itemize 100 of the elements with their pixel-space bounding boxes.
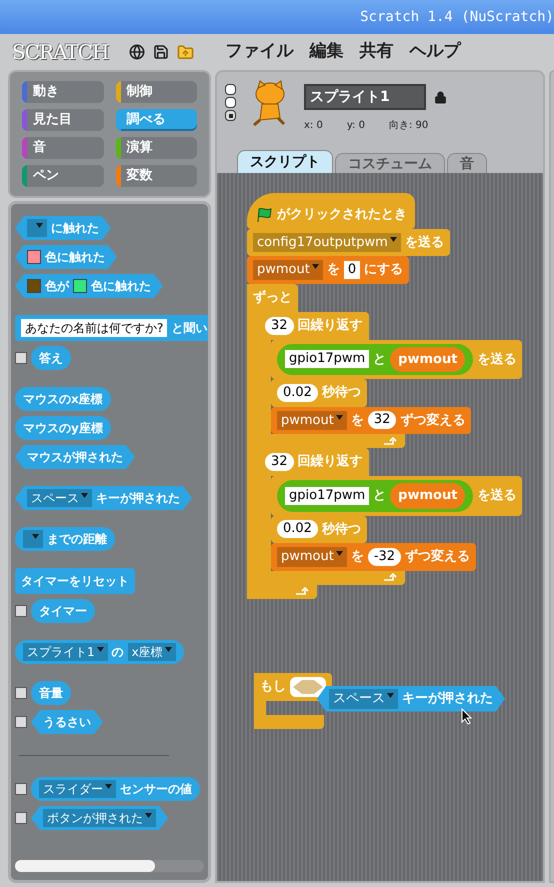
menu-item[interactable]: ヘルプ bbox=[410, 39, 460, 65]
block-label: を bbox=[350, 548, 364, 566]
boolean-block[interactable]: マウスが押された bbox=[15, 445, 135, 469]
color-swatch[interactable] bbox=[27, 279, 41, 293]
text-field[interactable]: あなたの名前は何ですか? bbox=[21, 319, 168, 337]
category-button[interactable]: 見た目 bbox=[22, 109, 104, 131]
dropdown[interactable]: pwmout bbox=[277, 410, 347, 430]
reporter-block[interactable]: タイマー bbox=[31, 599, 95, 623]
caret-icon bbox=[164, 647, 172, 652]
number-field[interactable]: 32 bbox=[265, 453, 294, 471]
stack-block[interactable]: 0.02 秒待つ bbox=[271, 379, 367, 406]
block-label: 答え bbox=[39, 350, 63, 367]
boolean-slot[interactable] bbox=[290, 677, 326, 697]
reporter-block[interactable]: gpio17pwm と pwmout bbox=[277, 480, 474, 512]
category-button[interactable]: 変数 bbox=[116, 165, 197, 187]
block-label: がクリックされたとき bbox=[277, 206, 407, 224]
text-field[interactable]: gpio17pwm bbox=[285, 350, 370, 368]
stack-block[interactable]: タイマーをリセット bbox=[15, 568, 135, 594]
checkbox[interactable] bbox=[15, 716, 27, 728]
caret-icon bbox=[145, 813, 152, 818]
block-label: を bbox=[326, 261, 340, 279]
stack-block[interactable]: あなたの名前は何ですか? と聞い bbox=[15, 315, 208, 341]
stack-block[interactable]: gpio17pwm と pwmout を送る bbox=[271, 476, 522, 516]
checkbox[interactable] bbox=[15, 783, 27, 795]
number-field[interactable]: 0.02 bbox=[277, 520, 318, 538]
lock-icon[interactable] bbox=[434, 90, 447, 104]
dropdown[interactable]: スペース bbox=[27, 489, 92, 507]
reporter-block[interactable]: pwmout bbox=[390, 483, 466, 508]
stack-block[interactable]: config17outputpwm を送る bbox=[247, 228, 450, 256]
c-block[interactable]: 32 回繰り返す gpio17pwm と pwmout を送る 0.02 秒待つ pwmout を 32 ずつ変える bbox=[259, 312, 522, 448]
dropdown[interactable] bbox=[23, 530, 43, 548]
reporter-block[interactable]: マウスのy座標 bbox=[15, 416, 111, 440]
stack-block[interactable]: gpio17pwm と pwmout を送る bbox=[271, 340, 522, 379]
text-field[interactable]: gpio17pwm bbox=[285, 486, 370, 505]
sprite-name-field[interactable]: スプライト1 bbox=[304, 84, 426, 110]
block-label: マウスが押された bbox=[27, 449, 123, 466]
dropdown[interactable]: pwmout bbox=[277, 547, 347, 566]
c-block[interactable]: 32 回繰り返す gpio17pwm と pwmout を送る 0.02 秒待つ pwmout を -32 ずつ変える bbox=[259, 448, 522, 584]
stack-block[interactable]: pwmout を 0 にする bbox=[247, 256, 410, 284]
stack-block[interactable]: pwmout を -32 ずつ変える bbox=[271, 543, 476, 570]
menu-item[interactable]: ファイル bbox=[226, 39, 294, 65]
checkbox[interactable] bbox=[15, 605, 27, 617]
block-label: キーが押された bbox=[96, 490, 180, 507]
reporter-block[interactable]: 音量 bbox=[31, 681, 71, 705]
boolean-block[interactable]: スペース キーが押された bbox=[317, 686, 505, 712]
reporter-block[interactable]: gpio17pwm と pwmout bbox=[277, 344, 474, 375]
dropdown[interactable]: スプライト1 bbox=[23, 643, 108, 661]
boolean-block[interactable]: スペース キーが押された bbox=[15, 486, 192, 510]
dropdown[interactable]: スライダー bbox=[39, 780, 116, 798]
category-button[interactable]: 音 bbox=[22, 137, 104, 159]
category-button[interactable]: ペン bbox=[22, 165, 104, 187]
checkbox[interactable] bbox=[15, 352, 27, 364]
number-field[interactable]: 0.02 bbox=[277, 384, 318, 402]
globe-icon[interactable] bbox=[128, 44, 144, 60]
boolean-block[interactable]: ボタンが押された bbox=[31, 806, 168, 830]
menu-item[interactable]: 編集 bbox=[310, 39, 344, 65]
boolean-block[interactable]: うるさい bbox=[31, 710, 103, 734]
dropdown[interactable]: スペース bbox=[329, 689, 398, 708]
text-field[interactable]: 0 bbox=[344, 260, 360, 279]
number-field[interactable]: -32 bbox=[368, 548, 402, 566]
dropdown[interactable]: ボタンが押された bbox=[43, 809, 156, 827]
block-label: と bbox=[373, 487, 386, 505]
boolean-block[interactable]: に触れた bbox=[15, 216, 111, 240]
category-button[interactable]: 制御 bbox=[116, 81, 197, 103]
menu-item[interactable]: 共有 bbox=[360, 39, 394, 65]
reporter-block[interactable]: マウスのx座標 bbox=[15, 387, 111, 411]
window-title: Scratch 1.4 (NuScratch) bbox=[360, 8, 554, 26]
tab[interactable]: 音 bbox=[447, 153, 487, 173]
number-field[interactable]: 32 bbox=[265, 316, 294, 334]
boolean-block[interactable]: 色が 色に触れた bbox=[15, 274, 163, 298]
reporter-block[interactable]: スライダー センサーの値 bbox=[31, 777, 200, 801]
scrollbar[interactable] bbox=[15, 860, 204, 872]
checkbox[interactable] bbox=[15, 812, 27, 824]
category-button[interactable]: 調べる bbox=[116, 109, 197, 131]
reporter-block[interactable]: までの距離 bbox=[15, 527, 115, 551]
dropdown[interactable] bbox=[27, 219, 47, 237]
dropdown[interactable]: config17outputpwm bbox=[253, 232, 401, 252]
reporter-block[interactable]: pwmout bbox=[390, 346, 466, 372]
c-block[interactable]: ずっと 32 回繰り返す gpio17pwm と pwmout を送る 0.02 秒待つ pwmout を 32 ずつ変える 32 回繰り返す gpio17pwm と pwmout を送る 0.02 秒待つ pwmout を -32 ずつ変える bbox=[247, 284, 522, 598]
sprite-direction: 向き: 90 bbox=[388, 119, 428, 133]
no-rotate-icon[interactable] bbox=[225, 110, 236, 121]
color-swatch[interactable] bbox=[73, 279, 87, 293]
number-field[interactable]: 32 bbox=[368, 411, 396, 430]
boolean-block[interactable]: 色に触れた bbox=[15, 245, 117, 269]
category-button[interactable]: 演算 bbox=[116, 137, 197, 159]
tab[interactable]: コスチューム bbox=[335, 153, 445, 173]
stack-block[interactable]: 0.02 秒待つ bbox=[271, 516, 367, 543]
reporter-block[interactable]: 答え bbox=[31, 346, 71, 370]
category-button[interactable]: 動き bbox=[22, 81, 104, 103]
reporter-block[interactable]: スプライト1 の x座標 bbox=[15, 640, 184, 664]
dropdown[interactable]: pwmout bbox=[253, 260, 323, 280]
caret-icon bbox=[390, 236, 397, 242]
checkbox[interactable] bbox=[15, 687, 27, 699]
save-icon[interactable] bbox=[152, 44, 168, 60]
caret-icon bbox=[36, 223, 43, 228]
block-label: 色に触れた bbox=[91, 278, 151, 295]
stack-block[interactable]: pwmout を 32 ずつ変える bbox=[271, 406, 472, 434]
color-swatch[interactable] bbox=[27, 250, 41, 264]
dropdown[interactable]: x座標 bbox=[128, 643, 176, 661]
tab[interactable]: スクリプト bbox=[237, 150, 333, 173]
